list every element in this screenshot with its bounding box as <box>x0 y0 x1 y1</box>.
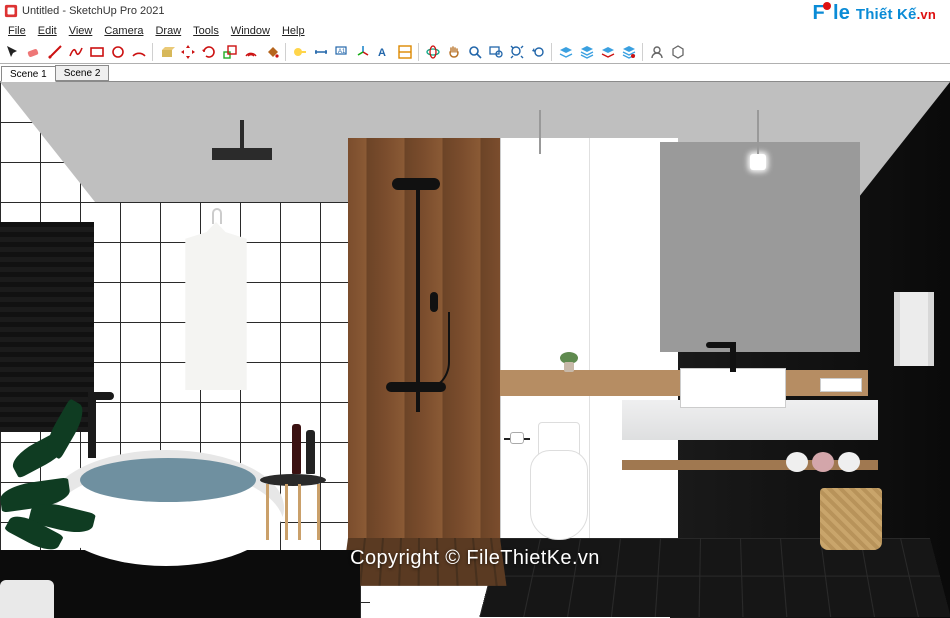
offset-tool-icon[interactable] <box>241 42 261 62</box>
toilet-paper-holder <box>504 434 530 444</box>
user-icon[interactable] <box>647 42 667 62</box>
tab-scene-2[interactable]: Scene 2 <box>55 65 110 81</box>
svg-text:A1: A1 <box>338 49 346 55</box>
small-plant <box>560 352 578 372</box>
rain-shower-head <box>212 148 272 160</box>
model-viewport[interactable]: Copyright © FileThietKe.vn <box>0 82 950 618</box>
menu-window[interactable]: Window <box>225 25 276 37</box>
rotate-tool-icon[interactable] <box>199 42 219 62</box>
toolbar-separator <box>152 43 154 61</box>
layer-stack-3-icon[interactable] <box>598 42 618 62</box>
section-plane-icon[interactable] <box>395 42 415 62</box>
pendant-light <box>532 154 548 170</box>
model-info-icon[interactable] <box>668 42 688 62</box>
sink-faucet <box>706 342 740 372</box>
zoom-icon[interactable] <box>465 42 485 62</box>
arc-tool-icon[interactable] <box>129 42 149 62</box>
circle-tool-icon[interactable] <box>108 42 128 62</box>
toolbar-separator <box>642 43 644 61</box>
pendant-light <box>750 154 766 170</box>
wall-outlet <box>820 378 862 392</box>
freehand-tool-icon[interactable] <box>66 42 86 62</box>
window-blinds <box>0 222 94 432</box>
menu-file[interactable]: File <box>2 25 32 37</box>
zoom-window-icon[interactable] <box>486 42 506 62</box>
scene-tab-bar: Scene 1 Scene 2 <box>0 64 950 82</box>
toolbar-separator <box>285 43 287 61</box>
rectangle-tool-icon[interactable] <box>87 42 107 62</box>
sketchup-app-icon <box>4 4 18 18</box>
wine-bottle <box>292 424 301 474</box>
paint-bucket-icon[interactable] <box>262 42 282 62</box>
pan-icon[interactable] <box>444 42 464 62</box>
main-toolbar: A1 A <box>0 40 950 64</box>
menu-help[interactable]: Help <box>276 25 311 37</box>
toolbar-separator <box>551 43 553 61</box>
svg-text:A: A <box>378 47 386 59</box>
rendered-scene <box>0 82 950 618</box>
floor-tile-right <box>479 538 950 617</box>
menu-tools[interactable]: Tools <box>187 25 225 37</box>
woven-basket <box>820 488 882 550</box>
menu-edit[interactable]: Edit <box>32 25 63 37</box>
move-tool-icon[interactable] <box>178 42 198 62</box>
select-tool-icon[interactable] <box>3 42 23 62</box>
3d-text-icon[interactable]: A <box>374 42 394 62</box>
floor-wood-slats <box>342 538 507 586</box>
potted-plant <box>0 412 110 602</box>
tape-measure-icon[interactable] <box>290 42 310 62</box>
brand-watermark: Fle Thiết Kế.vn <box>813 2 936 25</box>
toolbar-separator <box>418 43 420 61</box>
layer-stack-1-icon[interactable] <box>556 42 576 62</box>
menu-bar: File Edit View Camera Draw Tools Window … <box>0 22 950 40</box>
tall-cabinet <box>500 138 678 548</box>
text-tool-icon[interactable]: A1 <box>332 42 352 62</box>
toilet <box>530 444 588 544</box>
liquor-bottle <box>306 430 315 474</box>
axes-icon[interactable] <box>353 42 373 62</box>
side-table <box>260 474 326 542</box>
menu-camera[interactable]: Camera <box>98 25 149 37</box>
scale-tool-icon[interactable] <box>220 42 240 62</box>
layer-stack-2-icon[interactable] <box>577 42 597 62</box>
zoom-extents-icon[interactable] <box>507 42 527 62</box>
tab-scene-1[interactable]: Scene 1 <box>1 66 56 82</box>
menu-view[interactable]: View <box>63 25 99 37</box>
hanging-towel <box>894 292 934 366</box>
previous-view-icon[interactable] <box>528 42 548 62</box>
plant-pot <box>0 580 54 618</box>
layer-stack-4-icon[interactable] <box>619 42 639 62</box>
eraser-icon[interactable] <box>24 42 44 62</box>
rolled-towels <box>786 452 866 472</box>
push-pull-icon[interactable] <box>157 42 177 62</box>
orbit-icon[interactable] <box>423 42 443 62</box>
title-bar: Untitled - SketchUp Pro 2021 <box>0 0 950 22</box>
line-tool-icon[interactable] <box>45 42 65 62</box>
sink-basin <box>680 368 786 408</box>
window-title: Untitled - SketchUp Pro 2021 <box>22 5 164 17</box>
mirror <box>660 142 860 352</box>
robe-hook <box>212 208 222 224</box>
menu-draw[interactable]: Draw <box>149 25 187 37</box>
dimension-icon[interactable] <box>311 42 331 62</box>
